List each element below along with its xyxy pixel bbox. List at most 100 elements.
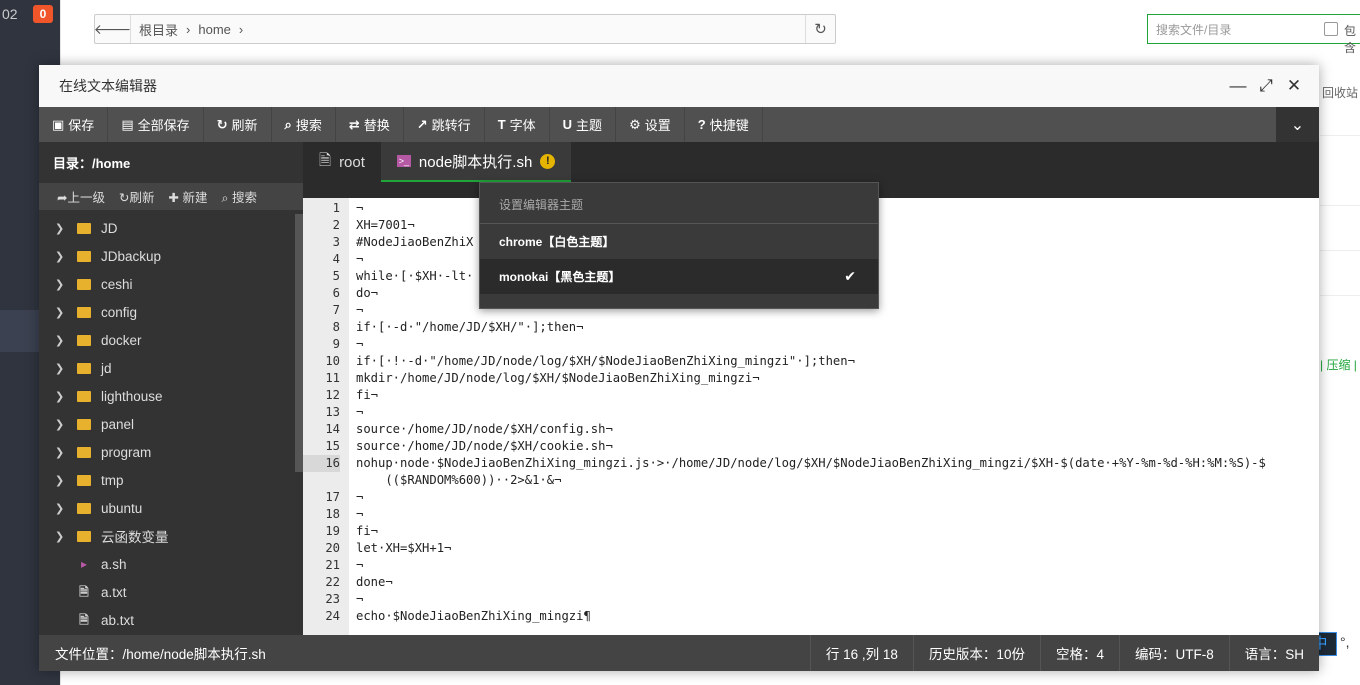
chevron-right-icon[interactable]: ❯ (55, 222, 73, 235)
code-line[interactable]: 8 if·[·-d·"/home/JD/$XH/"·];then¬ (303, 319, 584, 336)
compress-link[interactable]: | 压缩 | (1320, 356, 1357, 373)
file-item[interactable]: ▸ a.sh (39, 550, 295, 578)
replace-button[interactable]: ⇄ 替换 (336, 107, 404, 142)
code-line[interactable]: 24 echo·$NodeJiaoBenZhiXing_mingzi¶ (303, 608, 591, 625)
code-line[interactable]: 19 fi¬ (303, 523, 378, 540)
line-number: 14 (325, 422, 340, 436)
file-item[interactable]: 🗎 a.txt (39, 578, 295, 606)
line-text: source·/home/JD/node/$XH/cookie.sh¬ (356, 439, 613, 453)
settings-button[interactable]: ⚙ 设置 (616, 107, 685, 142)
folder-item[interactable]: ❯ tmp (39, 466, 295, 494)
refresh-icon: ↻ (119, 191, 130, 205)
chevron-right-icon[interactable]: ❯ (55, 334, 73, 347)
code-line[interactable]: 18 ¬ (303, 506, 363, 523)
theme-option-monokai[interactable]: monokai【黑色主题】 ✔ (480, 259, 878, 294)
folder-name: program (101, 444, 152, 460)
close-icon[interactable]: ✕ (1285, 76, 1303, 96)
chevron-right-icon[interactable]: ❯ (55, 474, 73, 487)
tab-node-script[interactable]: >_ node脚本执行.sh ! (380, 142, 572, 182)
code-line[interactable]: 16 nohup·node·$NodeJiaoBenZhiXing_mingzi.… (303, 455, 1266, 472)
tab-root[interactable]: 🗎 root (303, 142, 381, 182)
save-all-button[interactable]: ▤ 全部保存 (108, 107, 204, 142)
notification-badge[interactable]: 0 (33, 5, 53, 23)
code-line[interactable]: 17 ¬ (303, 489, 363, 506)
folder-item[interactable]: ❯ docker (39, 326, 295, 354)
code-line[interactable]: 6 do¬ (303, 285, 378, 302)
folder-item[interactable]: ❯ program (39, 438, 295, 466)
code-line[interactable]: 12 fi¬ (303, 387, 378, 404)
line-text: source·/home/JD/node/$XH/config.sh¬ (356, 422, 613, 436)
folder-name: ubuntu (101, 500, 143, 516)
folder-item[interactable]: ❯ jd (39, 354, 295, 382)
folder-item[interactable]: ❯ ceshi (39, 270, 295, 298)
cursor-position[interactable]: 行 16 ,列 18 (809, 635, 913, 671)
code-line[interactable]: 21 ¬ (303, 557, 363, 574)
chevron-right-icon[interactable]: ❯ (55, 306, 73, 319)
line-text: XH=7001¬ (356, 218, 415, 232)
search-button[interactable]: ⌕ 搜索 (272, 107, 336, 142)
chevron-right-icon[interactable]: ❯ (55, 390, 73, 403)
editor-titlebar: 在线文本编辑器 — ⤢ ✕ (39, 65, 1319, 107)
code-line[interactable]: 7 ¬ (303, 302, 364, 319)
refresh-icon[interactable]: ↻ (805, 15, 835, 43)
line-number: 7 (332, 303, 340, 317)
jump-line-button[interactable]: ↗ 跳转行 (404, 107, 485, 142)
chevron-right-icon[interactable]: ❯ (55, 362, 73, 375)
history-versions[interactable]: 历史版本：10份 (912, 635, 1040, 671)
new-button[interactable]: ✚ 新建 (169, 187, 208, 206)
language-setting[interactable]: 语言：SH (1228, 635, 1319, 671)
encoding-setting[interactable]: 编码：UTF-8 (1118, 635, 1229, 671)
code-line[interactable]: 10 if·[·!·-d·"/home/JD/node/log/$XH/$Node… (303, 353, 855, 370)
include-checkbox[interactable] (1324, 22, 1338, 36)
theme-option-chrome[interactable]: chrome【白色主题】 (480, 224, 878, 259)
code-line[interactable]: 9 ¬ (303, 336, 364, 353)
code-line[interactable]: 22 done¬ (303, 574, 392, 591)
chevron-right-icon[interactable]: ❯ (55, 278, 73, 291)
refresh-button[interactable]: ↻ 刷新 (204, 107, 272, 142)
minimize-icon[interactable]: — (1229, 76, 1247, 96)
chevron-right-icon[interactable]: ❯ (55, 502, 73, 515)
folder-item[interactable]: ❯ panel (39, 410, 295, 438)
wrapped-line-text: (($RANDOM%600))··2>&1·&¬ (356, 473, 562, 487)
file-item[interactable]: 🗎 ab.txt (39, 606, 295, 634)
code-line[interactable]: 13 ¬ (303, 404, 363, 421)
folder-item[interactable]: ❯ ubuntu (39, 494, 295, 522)
code-line[interactable]: 5 while·[·$XH·-lt· (303, 268, 474, 285)
recycle-bin-link[interactable]: 回收站 (1322, 84, 1358, 101)
breadcrumb-root[interactable]: 根目录 (131, 20, 178, 39)
code-line[interactable]: 15 source·/home/JD/node/$XH/cookie.sh¬ (303, 438, 613, 455)
code-line[interactable]: 20 let·XH=$XH+1¬ (303, 540, 451, 557)
font-button[interactable]: T 字体 (485, 107, 550, 142)
tree-refresh-button[interactable]: ↻刷新 (119, 187, 155, 206)
line-number: 24 (325, 609, 340, 623)
chevron-right-icon[interactable]: ❯ (55, 446, 73, 459)
folder-item[interactable]: ❯ 云函数变量 (39, 522, 295, 550)
theme-button[interactable]: U 主题 (550, 107, 617, 142)
code-line[interactable]: 4 ¬ (303, 251, 364, 268)
code-line[interactable]: 1 ¬ (303, 200, 364, 217)
folder-item[interactable]: ❯ JDbackup (39, 242, 295, 270)
go-up-button[interactable]: ➦上一级 (57, 187, 105, 206)
breadcrumb-home[interactable]: home (190, 22, 231, 37)
save-button[interactable]: ▣ 保存 (39, 107, 109, 142)
chevron-right-icon[interactable]: ❯ (55, 418, 73, 431)
arrow-left-icon[interactable]: 🡐 (94, 15, 131, 43)
folder-item[interactable]: ❯ lighthouse (39, 382, 295, 410)
code-line[interactable]: 3 #NodeJiaoBenZhiX (303, 234, 474, 251)
code-line[interactable]: 23 ¬ (303, 591, 363, 608)
chevron-down-icon[interactable]: ⌄ (1276, 107, 1319, 142)
shortcuts-button[interactable]: ? 快捷键 (685, 107, 763, 142)
chevron-right-icon[interactable]: ❯ (55, 530, 73, 543)
chevron-right-icon[interactable]: ❯ (55, 250, 73, 263)
folder-item[interactable]: ❯ JD (39, 214, 295, 242)
indent-setting[interactable]: 空格：4 (1039, 635, 1119, 671)
tree-search-button[interactable]: ⌕ 搜索 (221, 187, 257, 206)
code-line[interactable]: 14 source·/home/JD/node/$XH/config.sh¬ (303, 421, 613, 438)
code-line[interactable]: 11 mkdir·/home/JD/node/log/$XH/$NodeJiaoB… (303, 370, 759, 387)
maximize-icon[interactable]: ⤢ (1257, 76, 1275, 96)
line-number: 2 (332, 218, 340, 232)
file-search-input[interactable]: 搜索文件/目录 包含 (1147, 14, 1360, 55)
folder-item[interactable]: ❯ config (39, 298, 295, 326)
tree-scrollbar[interactable] (295, 214, 303, 472)
code-line[interactable]: 2 XH=7001¬ (303, 217, 415, 234)
